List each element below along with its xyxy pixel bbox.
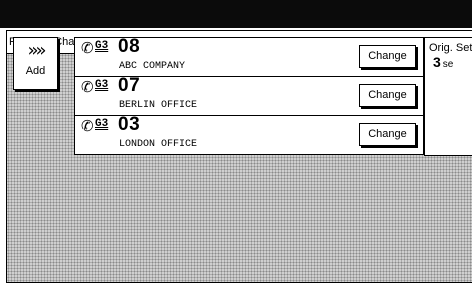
double-arrow-icon: »»: [27, 40, 46, 61]
destination-number: 07: [118, 75, 141, 96]
change-button[interactable]: Change: [359, 123, 416, 146]
line-type-g3: G3: [95, 40, 109, 52]
destination-name: ABC COMPANY: [119, 61, 186, 72]
destination-row[interactable]: ✆ G3 08 ABC COMPANY Change: [74, 36, 424, 77]
destination-row[interactable]: ✆ G3 03 LONDON OFFICE Change: [74, 114, 424, 155]
destination-name: BERLIN OFFICE: [119, 100, 198, 111]
phone-handset-icon: ✆: [81, 78, 94, 96]
line-type-g3: G3: [95, 118, 109, 130]
orig-set-label: Orig. Set: [429, 42, 472, 54]
orig-set-value: 3: [433, 54, 441, 70]
line-type-g3: G3: [95, 79, 109, 91]
orig-set-count: 3 se: [433, 54, 453, 72]
orig-set-panel: Orig. Set 3 se: [424, 37, 472, 156]
change-button[interactable]: Change: [359, 84, 416, 107]
orig-set-unit: se: [442, 59, 454, 70]
destination-name: LONDON OFFICE: [119, 139, 198, 150]
destination-list: ✆ G3 08 ABC COMPANY Change ✆ G3 07 BERLI…: [74, 36, 424, 155]
change-button[interactable]: Change: [359, 45, 416, 68]
add-button[interactable]: »» Add: [13, 37, 58, 90]
destination-row[interactable]: ✆ G3 07 BERLIN OFFICE Change: [74, 75, 424, 116]
phone-handset-icon: ✆: [81, 39, 94, 57]
top-bar: [0, 0, 472, 28]
destination-number: 08: [118, 36, 141, 57]
destination-number: 03: [118, 114, 141, 135]
phone-handset-icon: ✆: [81, 117, 94, 135]
add-button-label: Add: [25, 65, 46, 77]
